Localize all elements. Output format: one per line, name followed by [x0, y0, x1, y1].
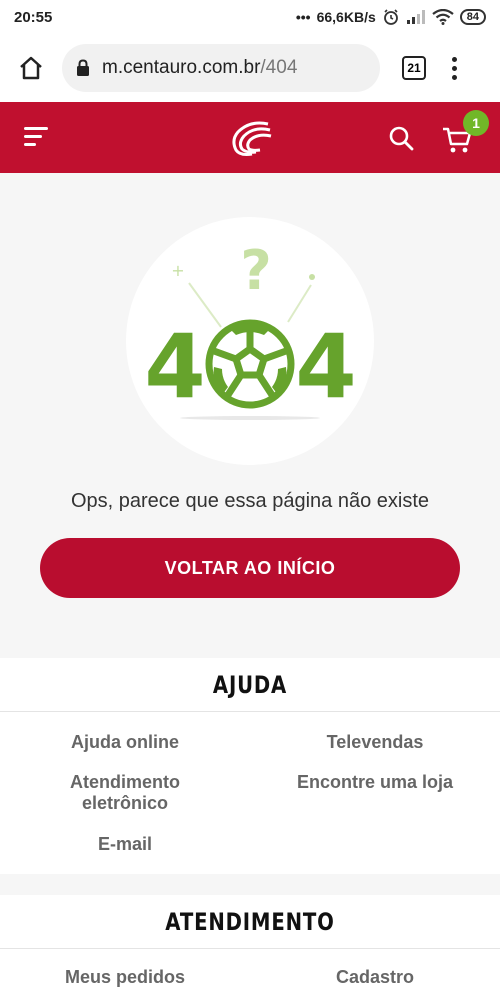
error-code-left: 4 — [144, 315, 205, 418]
browser-toolbar: m.centauro.com.br/404 21 — [0, 34, 500, 102]
search-icon[interactable] — [388, 125, 414, 151]
error-code-right: 4 — [295, 315, 356, 418]
link-atendimento-eletronico[interactable]: Atendimento eletrônico — [0, 772, 250, 814]
service-section-title: ATENDIMENTO — [165, 907, 335, 936]
wifi-icon — [432, 9, 454, 25]
site-header — [0, 102, 500, 173]
error-message: Ops, parece que essa página não existe — [70, 490, 430, 512]
status-indicators: ••• 66,6KB/s 84 — [296, 8, 486, 26]
link-email[interactable]: E-mail — [0, 834, 250, 855]
status-time: 20:55 — [14, 8, 53, 26]
plus-sparkle: + — [171, 261, 184, 280]
link-ajuda-online[interactable]: Ajuda online — [0, 732, 250, 753]
centauro-logo[interactable] — [228, 118, 272, 158]
help-section: AJUDA Ajuda online Televendas Atendiment… — [0, 658, 500, 874]
lock-icon — [76, 59, 90, 77]
tabs-button[interactable]: 21 — [402, 56, 426, 80]
more-dots-icon: ••• — [295, 9, 311, 25]
network-speed: 66,6KB/s — [316, 9, 376, 25]
alarm-icon — [383, 9, 398, 25]
help-section-title: AJUDA — [212, 670, 288, 699]
soccer-ball-icon — [205, 319, 295, 409]
link-televendas[interactable]: Televendas — [250, 732, 500, 753]
link-encontre-uma-loja[interactable]: Encontre uma loja — [250, 772, 500, 793]
error-404-illustration: ? + 4 4 — [144, 239, 357, 420]
section-divider — [0, 711, 500, 712]
section-divider — [0, 948, 500, 949]
status-bar: 20:55 ••• 66,6KB/s 84 — [0, 0, 500, 34]
home-icon[interactable] — [12, 49, 50, 87]
link-meus-pedidos[interactable]: Meus pedidos — [0, 967, 250, 988]
signal-icon — [406, 10, 425, 24]
battery-indicator: 84 — [459, 9, 486, 25]
address-bar[interactable]: m.centauro.com.br/404 — [62, 44, 380, 92]
back-to-home-button[interactable]: VOLTAR AO INÍCIO — [40, 538, 460, 598]
url-path: /404 — [260, 57, 298, 78]
cart-count-badge: 1 — [463, 110, 489, 136]
hamburger-menu-icon[interactable] — [24, 127, 48, 147]
question-mark: ? — [240, 239, 271, 302]
service-section: ATENDIMENTO Meus pedidos Cadastro — [0, 895, 500, 1000]
browser-menu-icon[interactable] — [452, 56, 457, 80]
link-cadastro[interactable]: Cadastro — [250, 967, 500, 988]
url-domain: m.centauro.com.br — [102, 57, 261, 78]
